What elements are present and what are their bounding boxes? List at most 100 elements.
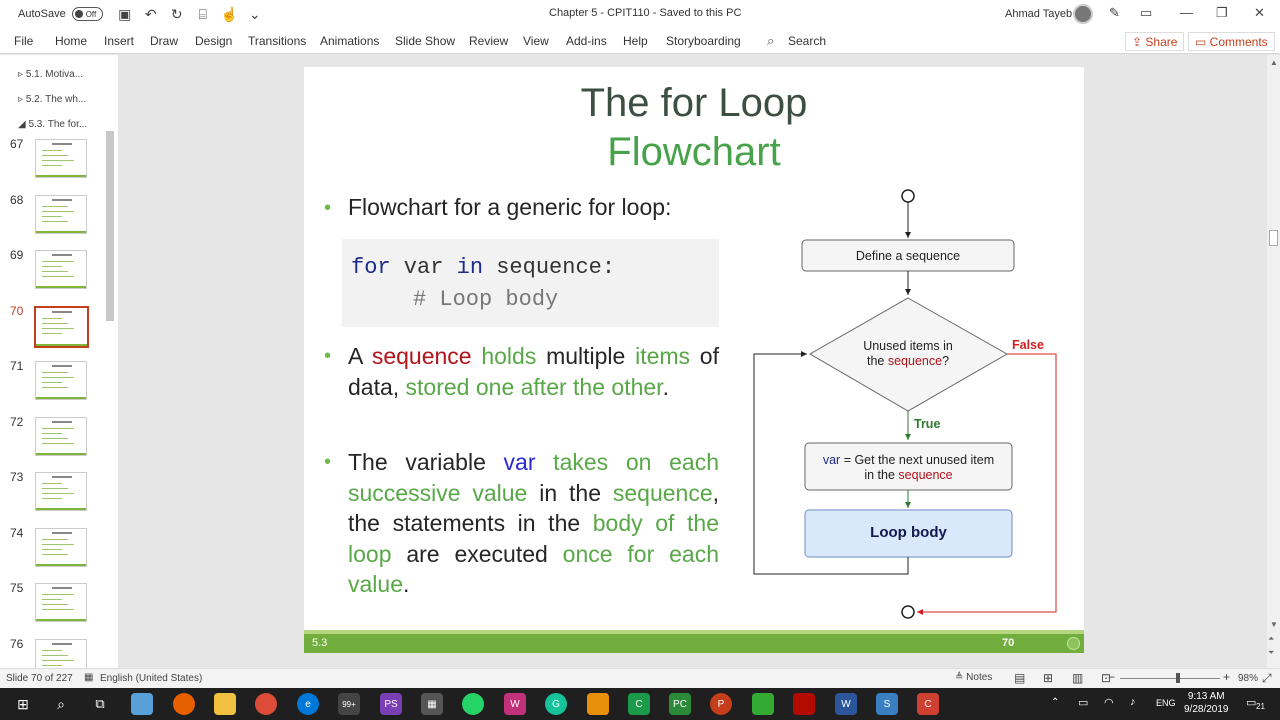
- section-5-2[interactable]: ▹ 5.2. The wh...: [18, 94, 86, 105]
- tab-review[interactable]: Review: [469, 34, 508, 48]
- scrollbar-thumb[interactable]: [1269, 230, 1278, 246]
- tab-slide-show[interactable]: Slide Show: [395, 34, 455, 48]
- zoom-level[interactable]: 98%: [1238, 673, 1258, 684]
- firefox-icon[interactable]: [173, 693, 195, 715]
- tab-draw[interactable]: Draw: [150, 34, 178, 48]
- slide-sorter-icon[interactable]: ⊞: [1043, 671, 1053, 685]
- webstorm-icon[interactable]: W: [504, 693, 526, 715]
- slide-thumbnail[interactable]: [35, 583, 87, 622]
- share-button[interactable]: ⇪ Share: [1125, 32, 1185, 51]
- search-icon[interactable]: ⌕: [767, 33, 774, 49]
- ribbon-display-icon[interactable]: ▭: [1140, 5, 1152, 21]
- pycharm-icon[interactable]: PC: [669, 693, 691, 715]
- input-language[interactable]: ENG: [1156, 698, 1176, 708]
- reading-view-icon[interactable]: ▥: [1072, 671, 1083, 685]
- undo-icon[interactable]: ↶: [143, 6, 159, 23]
- slide-thumbnail[interactable]: [35, 416, 87, 456]
- zoom-slider-handle[interactable]: [1176, 673, 1180, 683]
- thumbnail-number: 74: [10, 525, 24, 540]
- drawio-icon[interactable]: [587, 693, 609, 715]
- presenter-icon[interactable]: ⌸: [195, 6, 211, 23]
- scrollbar-thumb[interactable]: [106, 131, 114, 321]
- tab-view[interactable]: View: [523, 34, 549, 48]
- slide-thumbnail[interactable]: [35, 472, 87, 511]
- fit-slide-icon[interactable]: ⤢: [1262, 671, 1272, 686]
- scroll-down-icon[interactable]: ▼: [1270, 620, 1278, 629]
- scroll-up-icon[interactable]: ▲: [1270, 58, 1278, 67]
- comments-button[interactable]: ▭ Comments: [1188, 32, 1275, 51]
- powerpoint-icon[interactable]: P: [710, 693, 732, 715]
- normal-view-icon[interactable]: ▤: [1014, 671, 1025, 685]
- slide-thumbnail[interactable]: [35, 250, 87, 289]
- zoom-slider[interactable]: [1120, 678, 1220, 679]
- task-view-icon[interactable]: ⧉: [89, 693, 111, 715]
- whatsapp-icon[interactable]: [462, 693, 484, 715]
- pen-icon[interactable]: ✎: [1109, 5, 1120, 21]
- prev-slide-icon[interactable]: ⏶: [1268, 634, 1274, 644]
- system-clock[interactable]: 9:13 AM 9/28/2019: [1184, 690, 1229, 716]
- volume-icon[interactable]: ♪: [1130, 696, 1136, 708]
- redo-icon[interactable]: ↻: [169, 6, 185, 23]
- tab-add-ins[interactable]: Add-ins: [566, 34, 607, 48]
- tab-home[interactable]: Home: [55, 34, 87, 48]
- slide-thumbnail[interactable]: [35, 194, 87, 234]
- tab-help[interactable]: Help: [623, 34, 648, 48]
- thumbnail-footer-bar: [36, 508, 86, 510]
- tab-animations[interactable]: Animations: [320, 34, 379, 48]
- spellcheck-icon[interactable]: ▦: [84, 672, 93, 683]
- acrobat-icon[interactable]: [793, 693, 815, 715]
- camtasia-recorder-icon[interactable]: C: [917, 693, 939, 715]
- next-slide-icon[interactable]: ⏷: [1268, 648, 1274, 658]
- windows-start-icon[interactable]: ⊞: [12, 693, 34, 715]
- tab-insert[interactable]: Insert: [104, 34, 134, 48]
- camtasia-icon[interactable]: C: [628, 693, 650, 715]
- slide-thumbnail[interactable]: [35, 361, 87, 400]
- file-explorer-icon[interactable]: [214, 693, 236, 715]
- slide-thumbnail-panel: ▹ 5.1. Motiva... ▹ 5.2. The wh... ◢ 5.3.…: [0, 55, 118, 678]
- autosave-control[interactable]: AutoSave Off: [18, 7, 103, 21]
- tab-file[interactable]: File: [14, 34, 33, 48]
- search-box[interactable]: Search: [788, 34, 826, 48]
- tab-transitions[interactable]: Transitions: [248, 34, 306, 48]
- calculator-icon[interactable]: ▦: [421, 693, 443, 715]
- excel-icon[interactable]: [752, 693, 774, 715]
- customize-toolbar-icon[interactable]: ⌄: [247, 6, 263, 23]
- close-icon[interactable]: ✕: [1254, 5, 1265, 21]
- wifi-icon[interactable]: ◠: [1104, 696, 1114, 709]
- section-5-1[interactable]: ▹ 5.1. Motiva...: [18, 69, 83, 80]
- minimize-icon[interactable]: —: [1180, 5, 1193, 20]
- word-icon[interactable]: W: [835, 693, 857, 715]
- grammarly-icon[interactable]: G: [545, 693, 567, 715]
- search-icon[interactable]: ⌕: [50, 693, 72, 715]
- section-5-3[interactable]: ◢ 5.3. The for...: [18, 119, 87, 130]
- slide-thumbnail[interactable]: [35, 139, 87, 178]
- slide-thumbnail[interactable]: [34, 305, 89, 348]
- tab-design[interactable]: Design: [195, 34, 232, 48]
- app-icon[interactable]: [131, 693, 153, 715]
- edge-icon[interactable]: e: [297, 693, 319, 715]
- maximize-icon[interactable]: ❐: [1216, 5, 1228, 21]
- user-name[interactable]: Ahmad Tayeb: [1005, 8, 1072, 20]
- tab-storyboarding[interactable]: Storyboarding: [666, 34, 741, 48]
- phpstorm-icon[interactable]: PS: [380, 693, 402, 715]
- slide-canvas[interactable]: The for Loop Flowchart • Flowchart for a…: [304, 67, 1084, 653]
- chrome-icon[interactable]: [255, 693, 277, 715]
- zoom-in-icon[interactable]: +: [1223, 670, 1230, 684]
- zoom-out-icon[interactable]: −: [1108, 670, 1115, 684]
- thumbnail-scrollbar[interactable]: [104, 113, 116, 720]
- tray-expand-icon[interactable]: ⌃: [1051, 697, 1059, 708]
- slide-thumbnail[interactable]: [35, 527, 87, 567]
- network-icon[interactable]: ▭: [1078, 696, 1088, 709]
- avatar[interactable]: [1073, 4, 1093, 24]
- language-indicator[interactable]: English (United States): [100, 673, 202, 684]
- mail-icon[interactable]: 99+: [338, 693, 360, 715]
- thumbnail-text-line: [42, 483, 62, 484]
- touch-mode-icon[interactable]: ☝: [221, 6, 238, 23]
- slide-counter: Slide 70 of 227: [6, 673, 73, 684]
- snagit-icon[interactable]: S: [876, 693, 898, 715]
- save-icon[interactable]: ▣: [117, 6, 133, 23]
- slide-scrollbar[interactable]: ▲ ▼ ⏶ ⏷: [1267, 55, 1280, 668]
- notes-button[interactable]: ≜ Notes: [955, 672, 992, 683]
- autosave-toggle[interactable]: Off: [71, 7, 103, 21]
- notification-center-icon[interactable]: ▭: [1246, 696, 1256, 709]
